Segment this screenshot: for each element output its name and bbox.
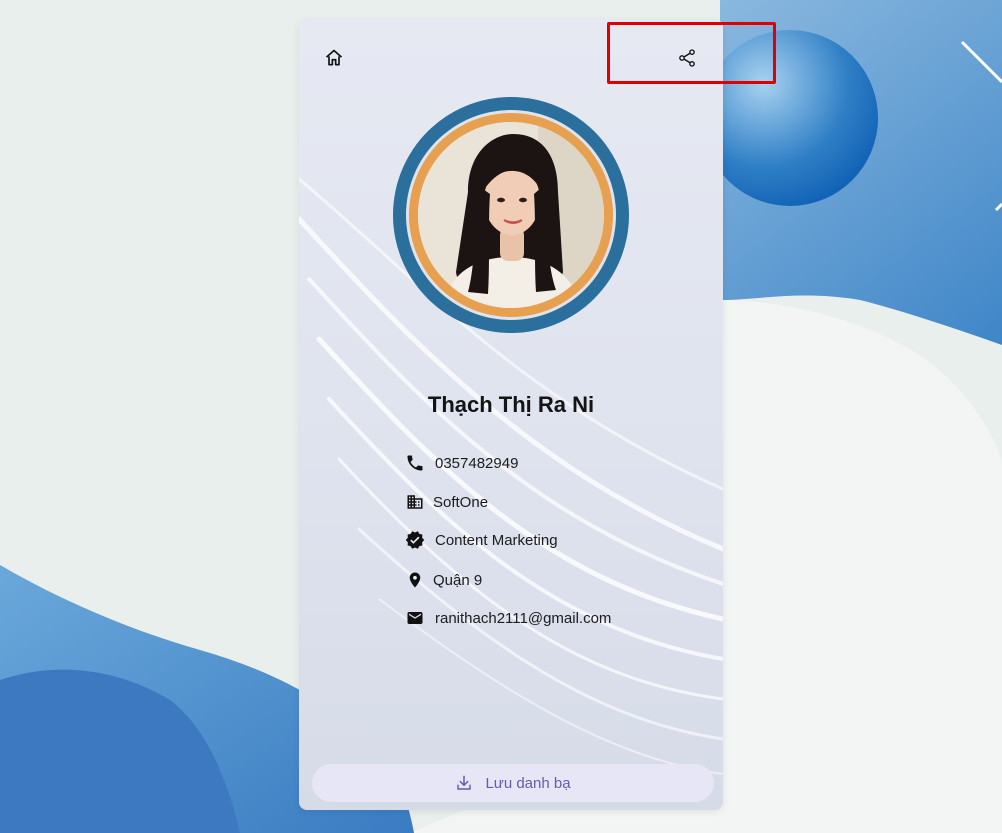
company-text: SoftOne [433,493,489,511]
info-row-phone[interactable]: 0357482949 [405,453,518,473]
profile-name: Thạch Thị Ra Ni [427,392,595,417]
info-row-company: SoftOne [405,492,488,512]
verified-badge-icon [405,530,425,550]
home-icon [325,49,343,66]
home-button[interactable] [319,43,349,73]
building-icon [405,492,425,512]
info-row-email[interactable]: ranithach2111@gmail.com [405,608,611,628]
save-contact-button[interactable]: Lưu danh bạ [312,764,714,802]
position-text: Content Marketing [435,531,558,549]
avatar-photo-illustration [418,122,604,308]
phone-icon [405,453,425,473]
location-text: Quận 9 [433,571,483,589]
info-row-location: Quận 9 [405,570,482,590]
email-text: ranithach2111@gmail.com [435,609,612,627]
info-row-position: Content Marketing [405,530,558,550]
location-pin-icon [405,570,425,590]
download-icon [455,774,473,792]
profile-card: Thạch Thị Ra Ni 0357482949 SoftOne Conte… [299,19,723,810]
avatar [418,122,604,308]
share-highlight-box [607,22,776,84]
avatar-ring [393,97,629,333]
phone-text: 0357482949 [435,454,519,472]
save-contact-label: Lưu danh bạ [485,774,571,792]
mail-icon [405,608,425,628]
